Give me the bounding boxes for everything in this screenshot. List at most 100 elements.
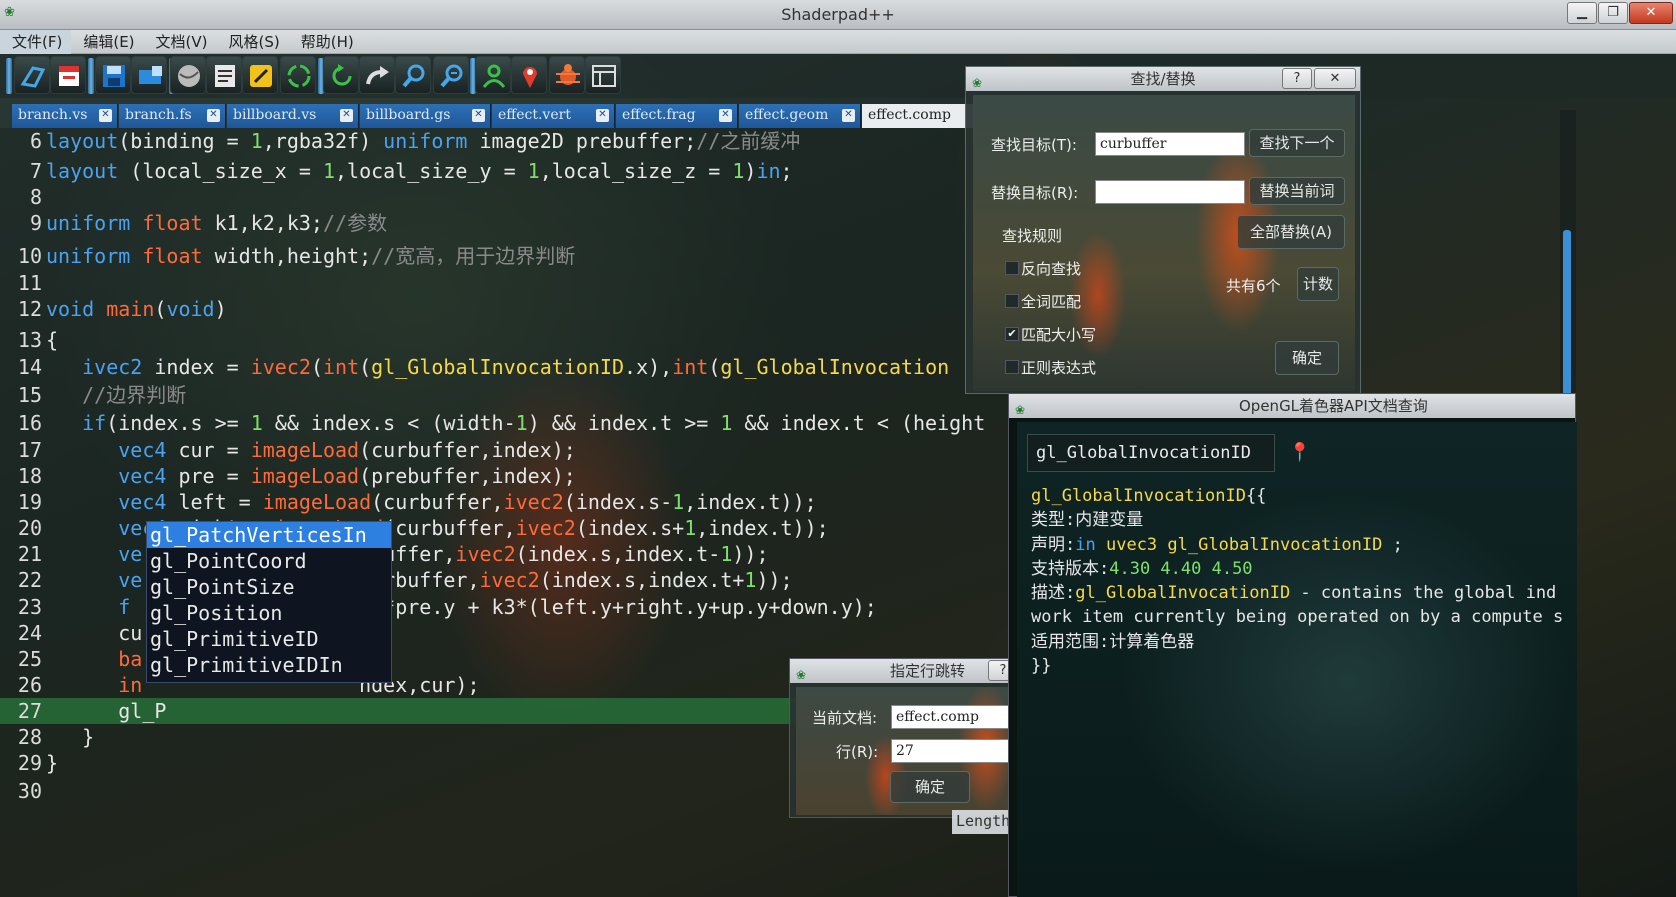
count-button[interactable]: 计数 (1297, 267, 1339, 301)
line-input[interactable] (891, 739, 1008, 763)
sphere-icon[interactable] (170, 56, 206, 94)
reverse-search-label: 反向查找 (1021, 260, 1082, 278)
toolbar (0, 54, 1676, 98)
menu-file[interactable]: 文件(F) (0, 30, 72, 54)
match-case-checkbox[interactable]: ✔ (1005, 327, 1019, 341)
api-doc-line: }} (1031, 656, 1052, 677)
code-text: vec4 cur = imageLoad(curbuffer,index); (118, 438, 576, 462)
close-tab-icon[interactable]: ✕ (340, 109, 353, 122)
menu-edit[interactable]: 编辑(E) (71, 30, 143, 54)
replace-current-button[interactable]: 替换当前词 (1249, 177, 1345, 205)
code-line[interactable]: 16 if(index.s >= 1 && index.s < (width-1… (0, 410, 1020, 436)
find-input[interactable] (1095, 132, 1245, 156)
autocomplete-item[interactable]: gl_PatchVerticesIn (147, 522, 391, 548)
dialog-close-button[interactable]: ✕ (1314, 68, 1356, 89)
tab-branch-vs[interactable]: branch.vs ✕ (12, 104, 118, 128)
find-replace-dialog: ❀ 查找/替换 ? ✕ 查找目标(T): 查找下一个 替换目标(R): 替换当前词… (965, 66, 1361, 394)
code-line[interactable]: 15 //边界判断 (0, 382, 1020, 408)
save-icon[interactable] (95, 56, 131, 94)
autocomplete-item[interactable]: gl_PointSize (147, 574, 391, 600)
line-number: 7 (29, 159, 42, 183)
edit-icon[interactable] (242, 56, 278, 94)
code-line[interactable]: 17 vec4 cur = imageLoad(curbuffer,index)… (0, 437, 1020, 463)
find-next-button[interactable]: 查找下一个 (1249, 129, 1345, 157)
line-number: 17 (17, 438, 42, 462)
replace-icon[interactable] (433, 56, 469, 94)
goto-ok-button[interactable]: 确定 (890, 771, 970, 803)
code-text: cu (46, 621, 143, 645)
scrollbar-thumb[interactable] (1563, 230, 1571, 400)
maximize-button[interactable]: ❐ (1598, 2, 1628, 24)
close-tab-icon[interactable]: ✕ (596, 109, 609, 122)
tab-billboard-vs[interactable]: billboard.vs ✕ (227, 104, 359, 128)
tab-billboard-gs[interactable]: billboard.gs ✕ (360, 104, 491, 128)
autocomplete-item[interactable]: gl_Position (147, 600, 391, 626)
undo-icon[interactable] (323, 56, 359, 94)
close-doc-icon[interactable] (50, 56, 86, 94)
line-number: 15 (17, 383, 42, 407)
reverse-search-checkbox[interactable] (1005, 261, 1019, 275)
line-number: 23 (17, 595, 42, 619)
regex-checkbox[interactable] (1005, 360, 1019, 374)
menu-style[interactable]: 风格(S) (217, 30, 289, 54)
location-icon[interactable] (511, 56, 547, 94)
current-doc-input[interactable] (891, 705, 1008, 729)
refresh-icon[interactable] (280, 56, 316, 94)
close-tab-icon[interactable]: ✕ (719, 109, 732, 122)
replace-input[interactable] (1095, 180, 1245, 204)
autocomplete-item[interactable]: gl_PrimitiveIDIn (147, 652, 391, 678)
line-number: 21 (17, 542, 42, 566)
help-button[interactable]: ? (1282, 68, 1312, 89)
current-doc-label: 当前文档: (812, 709, 878, 727)
find-icon[interactable] (395, 56, 431, 94)
document-tabs: branch.vs ✕ branch.fs ✕ billboard.vs ✕ bill… (12, 104, 1032, 128)
close-button[interactable]: ✕ (1629, 2, 1673, 24)
tab-effect-geom[interactable]: effect.geom ✕ (739, 104, 861, 128)
panel-icon[interactable] (585, 56, 621, 94)
autocomplete-item[interactable]: gl_PrimitiveID (147, 626, 391, 652)
document-icon[interactable] (206, 56, 242, 94)
close-tab-icon[interactable]: ✕ (842, 109, 855, 122)
code-line[interactable]: 13{ (0, 327, 1020, 353)
api-doc-line: 描述:gl_GlobalInvocationID - contains the … (1031, 583, 1557, 604)
replace-all-button[interactable]: 全部替换(A) (1237, 215, 1345, 249)
code-line[interactable]: 11 (0, 270, 1020, 296)
minimize-button[interactable]: ▁ (1567, 2, 1597, 24)
close-tab-icon[interactable]: ✕ (472, 109, 485, 122)
tab-effect-comp[interactable]: effect.comp (862, 104, 982, 128)
location-icon[interactable]: 📍 (1283, 434, 1317, 472)
code-line[interactable]: 12 void main(void) (0, 296, 1020, 322)
tab-effect-frag[interactable]: effect.frag ✕ (616, 104, 738, 128)
api-doc-line: work item currently being operated on by… (1031, 607, 1564, 628)
tab-effect-vert[interactable]: effect.vert ✕ (492, 104, 615, 128)
menu-document[interactable]: 文档(V) (144, 30, 217, 54)
api-search-input[interactable]: gl_GlobalInvocationID (1027, 434, 1275, 472)
find-ok-button[interactable]: 确定 (1275, 341, 1339, 375)
menu-help[interactable]: 帮助(H) (289, 30, 363, 54)
close-tab-icon[interactable]: ✕ (99, 109, 112, 122)
help-button[interactable]: ? (988, 660, 1008, 681)
code-line[interactable]: 8 (0, 184, 1020, 210)
autocomplete-item[interactable]: gl_PointCoord (147, 548, 391, 574)
save-as-icon[interactable] (131, 56, 167, 94)
redo-icon[interactable] (359, 56, 395, 94)
line-number: 25 (17, 647, 42, 671)
app-icon: ❀ (1015, 403, 1026, 417)
user-icon[interactable] (475, 56, 511, 94)
api-doc-line: 类型:内建变量 (1031, 510, 1144, 531)
bug-icon[interactable] (549, 56, 585, 94)
code-line[interactable]: 14 ivec2 index = ivec2(int(gl_GlobalInvo… (0, 354, 1020, 380)
tab-branch-fs[interactable]: branch.fs ✕ (119, 104, 226, 128)
line-number: 29 (17, 751, 42, 775)
code-line[interactable]: 19 vec4 left = imageLoad(curbuffer,ivec2… (0, 489, 1020, 515)
tab-label: billboard.vs (233, 107, 317, 123)
code-line[interactable]: 10 uniform float width,height;//宽高，用于边界判断 (0, 243, 1020, 269)
code-line[interactable]: 9 uniform float k1,k2,k3;//参数 (0, 210, 1020, 236)
code-line[interactable]: 7 layout (local_size_x = 1,local_size_y =… (0, 158, 1020, 184)
whole-word-checkbox[interactable] (1005, 294, 1019, 308)
code-line[interactable]: 18 vec4 pre = imageLoad(prebuffer,index)… (0, 463, 1020, 489)
api-doc-dialog: ❀ OpenGL着色器API文档查询 gl_GlobalInvocationID … (1008, 393, 1577, 897)
code-line[interactable]: 6 layout(binding = 1,rgba32f) uniform ima… (0, 128, 1020, 154)
open-icon[interactable] (14, 56, 50, 94)
close-tab-icon[interactable]: ✕ (207, 109, 220, 122)
